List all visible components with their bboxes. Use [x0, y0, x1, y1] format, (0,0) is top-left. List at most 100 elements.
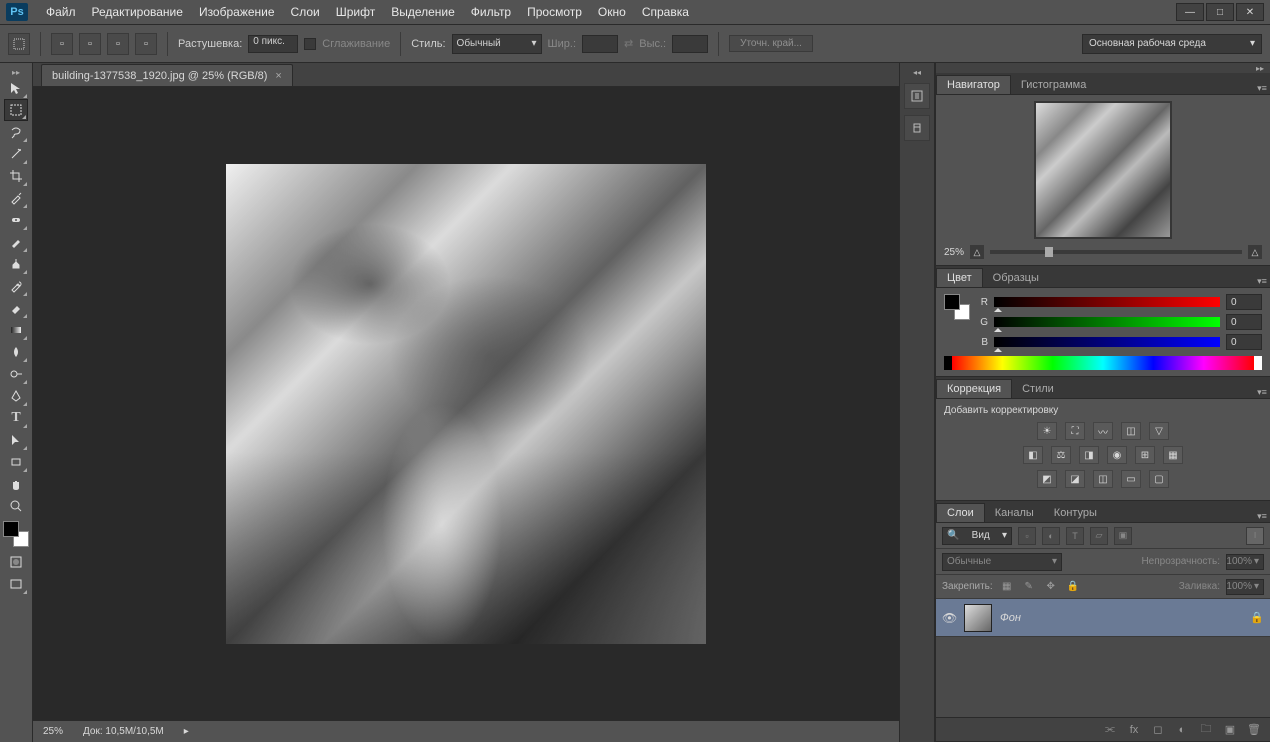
color-panel-menu-icon[interactable]: ▾≡ [1254, 276, 1270, 287]
dock-expand-icon[interactable]: ◂◂ [900, 67, 934, 77]
zoom-in-icon[interactable]: △ [1248, 245, 1262, 259]
menu-type[interactable]: Шрифт [328, 5, 383, 19]
filter-type-icon[interactable]: T [1066, 527, 1084, 545]
filter-toggle[interactable]: ⏽ [1246, 527, 1264, 545]
blur-tool[interactable] [4, 341, 28, 363]
g-value[interactable]: 0 [1226, 314, 1262, 330]
r-slider[interactable] [994, 297, 1220, 307]
color-lookup-icon[interactable]: ▦ [1163, 446, 1183, 464]
status-doc-info[interactable]: Док: 10,5M/10,5M [83, 726, 164, 737]
b-value[interactable]: 0 [1226, 334, 1262, 350]
new-selection-icon[interactable]: ▫ [51, 33, 73, 55]
posterize-icon[interactable]: ◪ [1065, 470, 1085, 488]
r-value[interactable]: 0 [1226, 294, 1262, 310]
gradient-map-icon[interactable]: ▭ [1121, 470, 1141, 488]
tab-channels[interactable]: Каналы [985, 504, 1044, 522]
layer-name[interactable]: Фон [1000, 612, 1242, 624]
healing-brush-tool[interactable] [4, 209, 28, 231]
adjustments-panel-menu-icon[interactable]: ▾≡ [1254, 387, 1270, 398]
subtract-selection-icon[interactable]: ▫ [107, 33, 129, 55]
add-selection-icon[interactable]: ▫ [79, 33, 101, 55]
navigator-zoom-value[interactable]: 25% [944, 247, 964, 258]
menu-select[interactable]: Выделение [383, 5, 463, 19]
crop-tool[interactable] [4, 165, 28, 187]
path-selection-tool[interactable] [4, 429, 28, 451]
intersect-selection-icon[interactable]: ▫ [135, 33, 157, 55]
lock-pixels-icon[interactable]: ✎ [1021, 579, 1037, 595]
minimize-button[interactable]: — [1176, 3, 1204, 21]
tab-color[interactable]: Цвет [936, 268, 983, 287]
photo-filter-icon[interactable]: ◉ [1107, 446, 1127, 464]
screen-mode-toggle[interactable] [4, 573, 28, 595]
zoom-tool[interactable] [4, 495, 28, 517]
zoom-out-icon[interactable]: △ [970, 245, 984, 259]
navigator-panel-menu-icon[interactable]: ▾≡ [1254, 83, 1270, 94]
pen-tool[interactable] [4, 385, 28, 407]
canvas-area[interactable] [33, 87, 899, 720]
b-slider[interactable] [994, 337, 1220, 347]
lock-all-icon[interactable]: 🔒 [1065, 579, 1081, 595]
new-group-icon[interactable]: 🗀 [1198, 722, 1214, 738]
lock-transparency-icon[interactable]: ▦ [999, 579, 1015, 595]
tool-preset-picker[interactable] [8, 33, 30, 55]
menu-filter[interactable]: Фильтр [463, 5, 519, 19]
move-tool[interactable] [4, 77, 28, 99]
exposure-icon[interactable]: ◫ [1121, 422, 1141, 440]
status-zoom[interactable]: 25% [43, 726, 63, 737]
fg-color-swatch[interactable] [944, 294, 960, 310]
document-tab[interactable]: building-1377538_1920.jpg @ 25% (RGB/8) … [41, 64, 293, 86]
color-swatches[interactable] [3, 521, 29, 547]
hue-saturation-icon[interactable]: ◧ [1023, 446, 1043, 464]
new-layer-icon[interactable]: ▣ [1222, 722, 1238, 738]
properties-panel-icon[interactable] [904, 115, 930, 141]
rectangle-tool[interactable] [4, 451, 28, 473]
navigator-zoom-slider[interactable] [990, 250, 1242, 254]
close-tab-icon[interactable]: × [275, 70, 281, 82]
tab-paths[interactable]: Контуры [1044, 504, 1107, 522]
delete-layer-icon[interactable]: 🗑 [1246, 722, 1262, 738]
layer-thumbnail[interactable] [964, 604, 992, 632]
menu-view[interactable]: Просмотр [519, 5, 590, 19]
workspace-select[interactable]: Основная рабочая среда▾ [1082, 34, 1262, 54]
g-slider[interactable] [994, 317, 1220, 327]
toolbox-expand-icon[interactable]: ▸▸ [0, 67, 32, 77]
menu-edit[interactable]: Редактирование [84, 5, 191, 19]
menu-window[interactable]: Окно [590, 5, 634, 19]
close-button[interactable]: ✕ [1236, 3, 1264, 21]
quick-mask-toggle[interactable] [4, 551, 28, 573]
vibrance-icon[interactable]: ▽ [1149, 422, 1169, 440]
menu-help[interactable]: Справка [634, 5, 697, 19]
type-tool[interactable]: T [4, 407, 28, 429]
tab-adjustments[interactable]: Коррекция [936, 379, 1012, 398]
lasso-tool[interactable] [4, 121, 28, 143]
channel-mixer-icon[interactable]: ⊞ [1135, 446, 1155, 464]
marquee-tool[interactable] [4, 99, 28, 121]
brush-tool[interactable] [4, 231, 28, 253]
black-white-icon[interactable]: ◨ [1079, 446, 1099, 464]
foreground-color-swatch[interactable] [3, 521, 19, 537]
brightness-contrast-icon[interactable]: ☀ [1037, 422, 1057, 440]
style-select[interactable]: Обычный▾ [452, 34, 542, 54]
filter-shape-icon[interactable]: ▱ [1090, 527, 1108, 545]
tab-styles[interactable]: Стили [1012, 380, 1064, 398]
tab-swatches[interactable]: Образцы [983, 269, 1049, 287]
invert-icon[interactable]: ◩ [1037, 470, 1057, 488]
layer-mask-icon[interactable]: ◻ [1150, 722, 1166, 738]
layer-visibility-icon[interactable]: 👁 [942, 611, 956, 625]
navigator-thumbnail[interactable] [1034, 101, 1172, 239]
history-brush-tool[interactable] [4, 275, 28, 297]
eyedropper-tool[interactable] [4, 187, 28, 209]
link-layers-icon[interactable]: ⫘ [1102, 722, 1118, 738]
layer-style-icon[interactable]: fx [1126, 722, 1142, 738]
filter-adjustment-icon[interactable]: ◐ [1042, 527, 1060, 545]
gradient-tool[interactable] [4, 319, 28, 341]
filter-pixel-icon[interactable]: ▫ [1018, 527, 1036, 545]
refine-edge-button[interactable]: Уточн. край... [729, 35, 813, 52]
menu-file[interactable]: Файл [38, 5, 84, 19]
tab-navigator[interactable]: Навигатор [936, 75, 1011, 94]
tab-histogram[interactable]: Гистограмма [1011, 76, 1097, 94]
filter-smart-icon[interactable]: ▣ [1114, 527, 1132, 545]
panels-collapse-icon[interactable]: ▸▸ [936, 63, 1270, 73]
curves-icon[interactable]: 〰 [1093, 422, 1113, 440]
clone-stamp-tool[interactable] [4, 253, 28, 275]
